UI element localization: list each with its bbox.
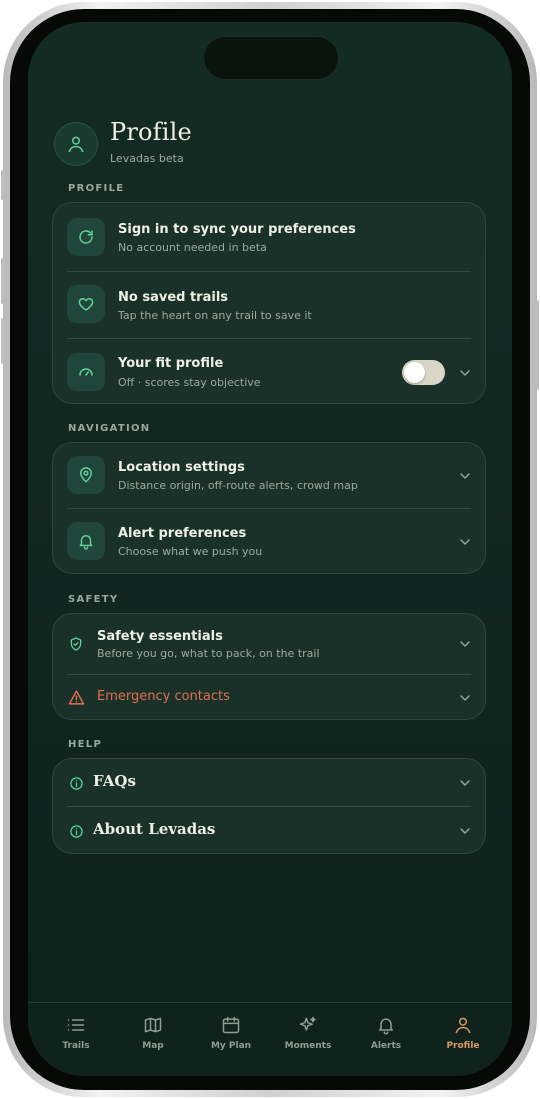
location-settings-subtitle: Distance origin, off-route alerts, crowd… (118, 479, 358, 492)
safety-essentials-title: Safety essentials (97, 629, 223, 644)
section-label-safety: SAFETY (68, 594, 119, 605)
refresh-icon (67, 218, 105, 256)
tab-profile[interactable]: Profile (423, 1015, 503, 1051)
tab-label: Alerts (370, 1041, 402, 1051)
app-screen: Profile Levadas beta PROFILE Sign in to … (28, 22, 512, 1076)
section-label-help: HELP (68, 739, 103, 750)
alert-preferences-row[interactable]: Alert preferences Choose what we push yo… (53, 509, 487, 575)
toggle-knob (404, 362, 425, 383)
dynamic-island (203, 36, 339, 80)
user-icon (68, 136, 84, 153)
tab-bar: Trails Map My Plan Moments Alerts Profil… (28, 1002, 512, 1076)
sign-in-title: Sign in to sync your preferences (118, 222, 356, 237)
warning-triangle-icon (67, 688, 85, 706)
list-icon (67, 1019, 85, 1031)
navigation-card: Location settings Distance origin, off-r… (52, 442, 486, 574)
tab-moments[interactable]: Moments (268, 1015, 348, 1051)
tab-trails[interactable]: Trails (36, 1015, 116, 1051)
section-label-navigation: NAVIGATION (68, 423, 151, 434)
fit-profile-row[interactable]: Your fit profile Off · scores stay objec… (53, 339, 487, 405)
chevron-down-icon[interactable] (457, 775, 473, 791)
sparkles-icon (299, 1016, 316, 1031)
sign-in-subtitle: No account needed in beta (118, 241, 267, 254)
saved-trails-title: No saved trails (118, 290, 229, 305)
chevron-down-icon[interactable] (457, 468, 473, 484)
location-settings-title: Location settings (118, 460, 245, 475)
emergency-contacts-title: Emergency contacts (97, 689, 230, 704)
tab-label: My Plan (210, 1041, 252, 1051)
chevron-down-icon[interactable] (457, 534, 473, 550)
chevron-down-icon[interactable] (457, 690, 473, 706)
fit-profile-toggle[interactable] (402, 360, 445, 385)
section-label-profile: PROFILE (68, 183, 125, 194)
chevron-down-icon[interactable] (457, 636, 473, 652)
info-icon (67, 822, 85, 840)
about-title: About Levadas (93, 820, 216, 838)
tab-alerts[interactable]: Alerts (346, 1015, 426, 1051)
tab-label: Moments (284, 1041, 332, 1051)
heart-icon (67, 285, 105, 323)
shield-check-icon (67, 635, 85, 653)
help-card: FAQs About Levadas (52, 758, 486, 854)
bell-icon (67, 522, 105, 560)
volume-down-button (1, 318, 5, 364)
power-button (535, 300, 539, 390)
safety-essentials-row[interactable]: Safety essentials Before you go, what to… (53, 614, 487, 674)
page-title: Profile (110, 118, 192, 146)
info-icon (67, 774, 85, 792)
location-settings-row[interactable]: Location settings Distance origin, off-r… (53, 443, 487, 508)
user-icon (455, 1017, 471, 1034)
faqs-title: FAQs (93, 772, 136, 790)
safety-essentials-subtitle: Before you go, what to pack, on the trai… (97, 647, 320, 660)
profile-card: Sign in to sync your preferences No acco… (52, 202, 486, 404)
safety-card: Safety essentials Before you go, what to… (52, 613, 486, 720)
tab-label: Profile (446, 1041, 480, 1051)
profile-header: Profile Levadas beta (54, 118, 484, 168)
faqs-row[interactable]: FAQs (53, 759, 487, 806)
tab-map[interactable]: Map (113, 1015, 193, 1051)
map-icon (144, 1017, 162, 1033)
saved-trails-subtitle: Tap the heart on any trail to save it (118, 309, 312, 322)
emergency-contacts-row[interactable]: Emergency contacts (53, 675, 487, 721)
action-button (1, 170, 5, 200)
tab-label: Trails (62, 1041, 90, 1051)
fit-profile-subtitle: Off · scores stay objective (118, 376, 261, 389)
about-row[interactable]: About Levadas (53, 807, 487, 855)
calendar-icon (222, 1016, 240, 1034)
saved-trails-row[interactable]: No saved trails Tap the heart on any tra… (53, 272, 487, 338)
sign-in-row[interactable]: Sign in to sync your preferences No acco… (53, 203, 487, 271)
volume-up-button (1, 258, 5, 304)
bell-icon (379, 1018, 393, 1035)
avatar[interactable] (54, 122, 98, 166)
alert-preferences-title: Alert preferences (118, 526, 247, 541)
tab-label: Map (142, 1041, 164, 1051)
map-pin-icon (67, 456, 105, 494)
tab-my-plan[interactable]: My Plan (191, 1015, 271, 1051)
page-subtitle: Levadas beta (110, 152, 184, 165)
gauge-icon (67, 353, 105, 391)
chevron-down-icon[interactable] (457, 823, 473, 839)
chevron-down-icon[interactable] (457, 365, 473, 381)
fit-profile-title: Your fit profile (118, 356, 224, 371)
alert-preferences-subtitle: Choose what we push you (118, 545, 263, 558)
